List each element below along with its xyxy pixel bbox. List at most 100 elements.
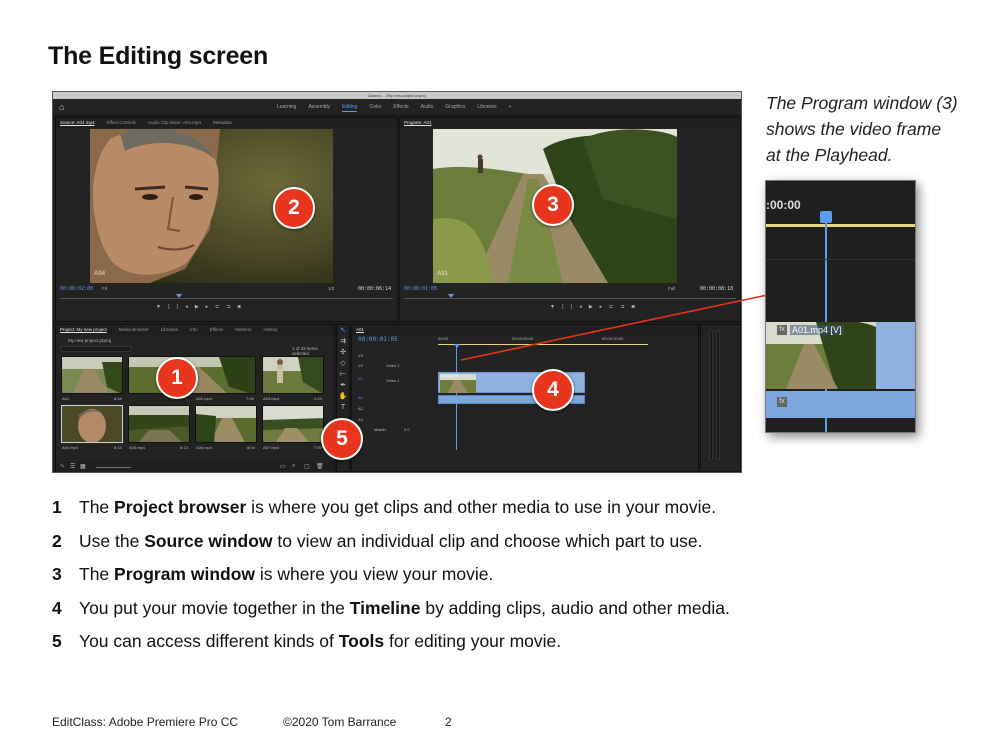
ripple-edit-tool-icon[interactable]: ✣ <box>337 347 349 358</box>
lift-icon[interactable]: ⊏ <box>609 304 613 310</box>
program-resolution-select[interactable]: Full <box>668 286 675 291</box>
track-v1[interactable]: V1 <box>358 376 363 381</box>
source-resolution-select[interactable]: 1/2 <box>328 286 334 291</box>
zoom-slider[interactable] <box>96 467 131 468</box>
mark-in-icon[interactable]: { <box>562 304 564 310</box>
export-frame-icon[interactable]: ◙ <box>238 304 241 310</box>
play-icon[interactable]: ▶ <box>589 304 593 310</box>
tab-project[interactable]: Project: My new project <box>60 325 107 335</box>
zoom-audio-fx-icon: fx <box>777 397 787 407</box>
step-back-icon[interactable]: ◂ <box>579 304 582 310</box>
tab-program[interactable]: Program: A01 <box>404 118 432 128</box>
footer-page-number: 2 <box>445 715 452 729</box>
zoom-audio-clip: fx <box>766 391 915 418</box>
marker-icon[interactable]: ▼ <box>156 304 161 310</box>
type-tool-icon[interactable]: T <box>337 402 349 413</box>
track-a2[interactable]: A2 <box>358 406 363 411</box>
razor-tool-icon[interactable]: ◇ <box>337 358 349 369</box>
workspace-color[interactable]: Color <box>369 103 381 112</box>
workspace-audio[interactable]: Audio <box>421 103 434 112</box>
explanation-list: 1 The Project browser is where you get cl… <box>52 495 952 663</box>
mark-in-icon[interactable]: { <box>168 304 170 310</box>
clip-thumbnail[interactable] <box>262 405 324 443</box>
workspace-libraries[interactable]: Libraries <box>477 103 496 112</box>
step-back-icon[interactable]: ◂ <box>185 304 188 310</box>
tab-effect-controls[interactable]: Effect Controls <box>107 118 136 128</box>
clip-name: A07.mp4 <box>263 445 280 450</box>
play-icon[interactable]: ▶ <box>195 304 199 310</box>
track-v2[interactable]: V2 <box>358 363 363 368</box>
workspace-learning[interactable]: Learning <box>277 103 296 112</box>
clip-thumbnail[interactable] <box>61 356 123 394</box>
trash-icon[interactable]: 🗑 <box>316 463 324 470</box>
project-search-field[interactable] <box>61 346 131 352</box>
workspace-editing[interactable]: Editing <box>342 103 358 112</box>
source-timecode: 00:00:02:00 <box>60 286 94 292</box>
program-playhead[interactable] <box>448 294 454 298</box>
mark-out-icon[interactable]: } <box>177 304 179 310</box>
ruler-10s: 00:00:10:00 <box>602 336 624 341</box>
hand-tool-icon[interactable]: ✋ <box>337 391 349 402</box>
overwrite-icon[interactable]: ⊐ <box>226 304 230 310</box>
tab-effects[interactable]: Effects <box>210 325 224 335</box>
new-item-icon[interactable]: ▢ <box>304 463 310 470</box>
extract-icon[interactable]: ⊐ <box>620 304 624 310</box>
tab-history[interactable]: History <box>264 325 278 335</box>
workspace-graphics[interactable]: Graphics <box>445 103 465 112</box>
mark-out-icon[interactable]: } <box>571 304 573 310</box>
clip-thumbnail[interactable] <box>195 405 257 443</box>
clip-thumbnail-selected[interactable] <box>61 405 123 443</box>
clip-name: A06.mp4 <box>196 445 213 450</box>
new-bin-icon[interactable]: ▭ <box>280 463 286 470</box>
workspace-effects[interactable]: Effects <box>393 103 408 112</box>
pencil-icon[interactable]: ✎ <box>60 463 65 470</box>
clip-thumbnail[interactable] <box>128 405 190 443</box>
clip-thumbnail[interactable] <box>262 356 324 394</box>
timeline-timecode: 00:00:01:05 <box>358 336 398 343</box>
workspaces-more-icon[interactable]: » <box>509 103 512 112</box>
project-browser: Project: My new project Media Browser Li… <box>55 324 335 472</box>
tab-source[interactable]: Source: A04.mp4 <box>60 118 95 128</box>
insert-icon[interactable]: ⊏ <box>215 304 219 310</box>
zoom-clip-label: A01.mp4 [V] <box>790 325 844 335</box>
tab-sequence[interactable]: A01 <box>356 325 364 335</box>
track-v3[interactable]: V3 <box>358 353 363 358</box>
list-item: 3 The Program window is where you view yo… <box>52 564 494 584</box>
premiere-screenshot: /Users/...../My new project.prproj ⌂ Lea… <box>52 91 742 473</box>
tab-markers[interactable]: Markers <box>235 325 251 335</box>
slip-tool-icon[interactable]: ⊢ <box>337 369 349 380</box>
step-forward-icon[interactable]: ▸ <box>600 304 603 310</box>
step-forward-icon[interactable]: ▸ <box>206 304 209 310</box>
work-area-bar[interactable] <box>438 344 648 345</box>
home-icon[interactable]: ⌂ <box>59 102 69 112</box>
program-scrubber[interactable] <box>404 298 736 299</box>
source-scrubber[interactable] <box>60 298 393 299</box>
pen-tool-icon[interactable]: ✒ <box>337 380 349 391</box>
clip-name: A05.mp4 <box>129 445 146 450</box>
search-icon[interactable]: ⌕ <box>292 463 295 470</box>
audio-meters <box>700 324 741 472</box>
track-a3[interactable]: A3 <box>358 417 363 422</box>
track-select-tool-icon[interactable]: ⇉ <box>337 336 349 347</box>
icon-view-icon[interactable]: ▦ <box>80 463 86 470</box>
clip-name: A03.mp4 <box>263 396 280 401</box>
list-view-icon[interactable]: ☰ <box>70 463 75 470</box>
master-volume[interactable]: 0.0 <box>404 427 410 432</box>
track-a1[interactable]: A1 <box>358 395 363 400</box>
tab-media-browser[interactable]: Media Browser <box>119 325 149 335</box>
tab-audio-clip-mixer[interactable]: Audio Clip Mixer: A04.mp4 <box>148 118 201 128</box>
source-fit-select[interactable]: Fit <box>102 286 107 291</box>
source-playhead[interactable] <box>176 294 182 298</box>
export-frame-icon[interactable]: ◙ <box>632 304 635 310</box>
badge-program-window: 3 <box>532 184 574 226</box>
playhead-zoom-inset: :00:00 fx A01.mp4 [V] fx <box>765 180 916 433</box>
marker-icon[interactable]: ▼ <box>550 304 555 310</box>
program-transport-controls: ▼ { } ◂ ▶ ▸ ⊏ ⊐ ◙ <box>550 304 635 310</box>
tab-libraries[interactable]: Libraries <box>161 325 178 335</box>
selection-tool-icon[interactable]: ↖ <box>337 325 349 336</box>
timeline-playhead-handle[interactable] <box>454 344 460 348</box>
clip-name: A01 <box>62 396 70 401</box>
workspace-assembly[interactable]: Assembly <box>308 103 330 112</box>
tab-metadata[interactable]: Metadata <box>213 118 232 128</box>
tab-info[interactable]: Info <box>190 325 198 335</box>
